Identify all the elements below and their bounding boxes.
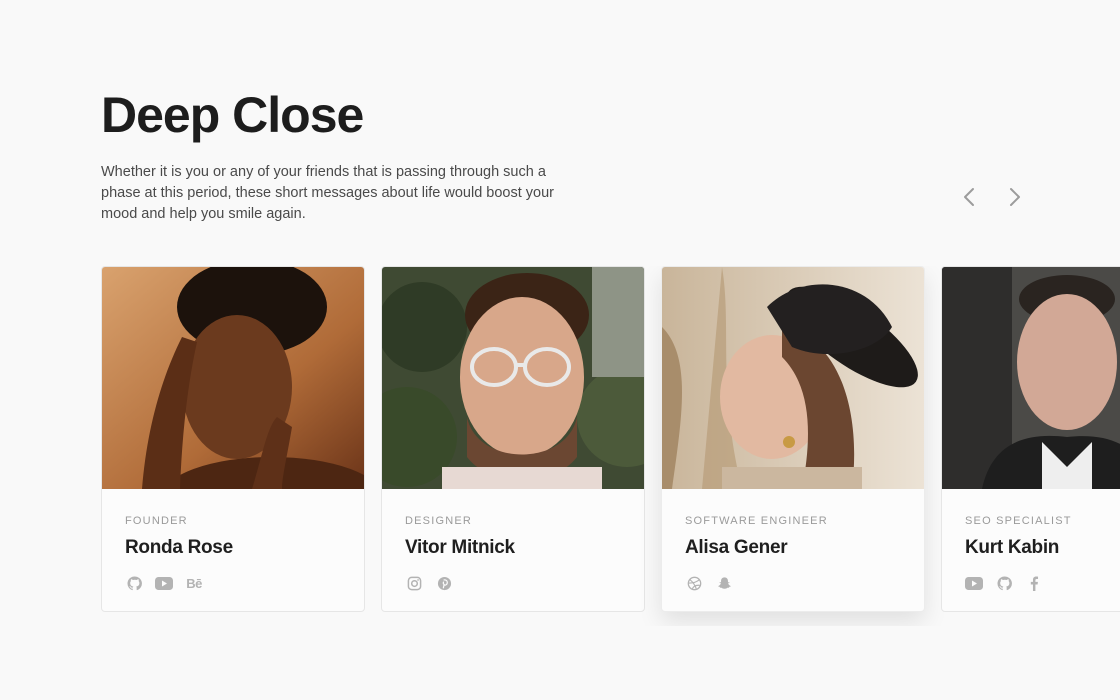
- member-name: Vitor Mitnick: [405, 537, 515, 558]
- carousel-prev-button[interactable]: [956, 184, 982, 210]
- member-role: SEO SPECIALIST: [965, 515, 1072, 527]
- youtube-icon[interactable]: [965, 575, 983, 591]
- portrait-photo: [102, 267, 364, 489]
- github-icon[interactable]: [995, 575, 1013, 591]
- facebook-icon[interactable]: [1025, 575, 1043, 591]
- team-card-kurt-kabin[interactable]: SEO SPECIALIST Kurt Kabin: [941, 266, 1120, 612]
- team-carousel: FOUNDER Ronda Rose Bē DESIGNER Vitor Mit…: [101, 266, 1120, 626]
- chevron-right-icon: [1010, 188, 1020, 206]
- portrait-photo: [382, 267, 644, 489]
- dribbble-icon[interactable]: [685, 575, 703, 591]
- social-links: [405, 575, 453, 591]
- behance-icon[interactable]: Bē: [185, 575, 203, 591]
- member-role: FOUNDER: [125, 515, 188, 527]
- section-title: Deep Close: [101, 87, 364, 143]
- team-card-vitor-mitnick[interactable]: DESIGNER Vitor Mitnick: [381, 266, 645, 612]
- team-card-ronda-rose[interactable]: FOUNDER Ronda Rose Bē: [101, 266, 365, 612]
- team-card-alisa-gener[interactable]: SOFTWARE ENGINEER Alisa Gener: [661, 266, 925, 612]
- github-icon[interactable]: [125, 575, 143, 591]
- chevron-left-icon: [964, 188, 974, 206]
- youtube-icon[interactable]: [155, 575, 173, 591]
- section-description: Whether it is you or any of your friends…: [101, 164, 554, 222]
- instagram-icon[interactable]: [405, 575, 423, 591]
- pinterest-icon[interactable]: [435, 575, 453, 591]
- carousel-next-button[interactable]: [1002, 184, 1028, 210]
- member-role: DESIGNER: [405, 515, 473, 527]
- member-name: Ronda Rose: [125, 537, 233, 558]
- behance-icon-glyph: Bē: [186, 575, 202, 591]
- snapchat-icon[interactable]: [715, 575, 733, 591]
- member-name: Alisa Gener: [685, 537, 788, 558]
- member-role: SOFTWARE ENGINEER: [685, 515, 828, 527]
- social-links: [685, 575, 733, 591]
- social-links: Bē: [125, 575, 203, 591]
- member-name: Kurt Kabin: [965, 537, 1060, 558]
- portrait-photo: [662, 267, 924, 489]
- portrait-photo: [942, 267, 1120, 489]
- social-links: [965, 575, 1043, 591]
